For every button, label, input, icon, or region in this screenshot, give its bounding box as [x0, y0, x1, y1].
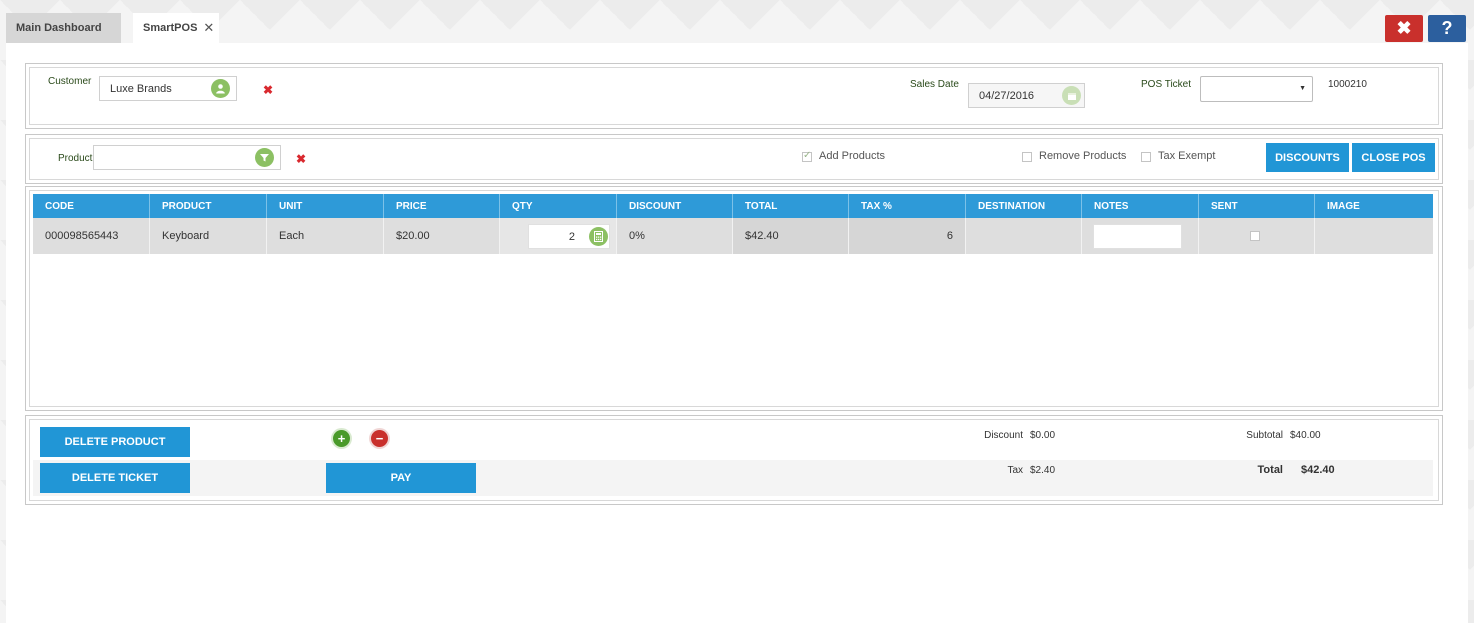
products-table-section: CODE PRODUCT UNIT PRICE QTY DISCOUNT TOT… [25, 186, 1443, 411]
column-header-image[interactable]: IMAGE [1315, 194, 1433, 218]
product-section: Product ✖ Add Products Remove Products T… [25, 134, 1443, 184]
sales-date-label: Sales Date [910, 79, 959, 90]
column-header-tax[interactable]: TAX % [849, 194, 966, 218]
total-label: Total [1257, 464, 1283, 476]
tab-smartpos[interactable]: SmartPOS ✕ [133, 13, 219, 43]
cell-notes [1082, 218, 1199, 254]
remove-quantity-button[interactable]: − [371, 430, 388, 447]
column-header-unit[interactable]: UNIT [267, 194, 384, 218]
column-header-product[interactable]: PRODUCT [150, 194, 267, 218]
tax-exempt-label: Tax Exempt [1158, 150, 1216, 162]
close-tab-icon[interactable]: ✕ [203, 20, 214, 36]
product-label: Product [58, 153, 93, 164]
calculator-icon[interactable] [589, 227, 608, 246]
qty-value: 2 [568, 230, 575, 243]
cell-discount: 0% [617, 218, 733, 254]
add-quantity-button[interactable]: + [333, 430, 350, 447]
cell-image [1315, 218, 1433, 254]
discount-value: $0.00 [1030, 430, 1056, 441]
sent-checkbox[interactable] [1250, 231, 1260, 241]
cell-sent [1199, 218, 1315, 254]
subtotal-value: $40.00 [1290, 430, 1321, 441]
total-value: $42.40 [1301, 464, 1335, 476]
column-header-notes[interactable]: NOTES [1082, 194, 1199, 218]
cell-code: 000098565443 [33, 218, 150, 254]
help-icon: ? [1441, 18, 1453, 38]
totals-section: DELETE PRODUCT DELETE TICKET + − PAY Dis… [25, 415, 1443, 505]
column-header-qty[interactable]: QTY [500, 194, 617, 218]
column-header-total[interactable]: TOTAL [733, 194, 849, 218]
delete-product-button[interactable]: DELETE PRODUCT [40, 427, 190, 457]
discounts-button[interactable]: DISCOUNTS [1266, 143, 1349, 172]
pay-button[interactable]: PAY [326, 463, 476, 493]
cell-product: Keyboard [150, 218, 267, 254]
tab-bar: Main Dashboard SmartPOS ✕ [6, 13, 231, 43]
cell-qty: 2 [500, 218, 617, 254]
tab-label: Main Dashboard [16, 22, 102, 34]
clear-customer-icon[interactable]: ✖ [263, 83, 273, 97]
column-header-sent[interactable]: SENT [1199, 194, 1315, 218]
table-header: CODE PRODUCT UNIT PRICE QTY DISCOUNT TOT… [33, 194, 1433, 218]
cell-tax: 6 [849, 218, 966, 254]
minus-icon: − [375, 431, 384, 446]
sales-date-value: 04/27/2016 [979, 89, 1035, 102]
tab-label: SmartPOS [143, 22, 198, 34]
customer-lookup-icon[interactable] [211, 79, 230, 98]
ticket-number: 1000210 [1328, 79, 1367, 90]
column-header-code[interactable]: CODE [33, 194, 150, 218]
product-filter-icon[interactable] [255, 148, 274, 167]
cell-unit: Each [267, 218, 384, 254]
table-row[interactable]: 000098565443 Keyboard Each $20.00 2 0% $… [33, 218, 1433, 254]
discount-label: Discount [984, 430, 1023, 441]
cell-destination [966, 218, 1082, 254]
clear-product-icon[interactable]: ✖ [296, 152, 306, 166]
tax-label: Tax [1007, 465, 1023, 476]
chevron-down-icon: ▼ [1299, 85, 1306, 92]
footer-row-bg [33, 460, 1433, 496]
add-products-checkbox[interactable] [802, 150, 812, 162]
customer-section: Customer Luxe Brands ✖ Sales Date 04/27/… [25, 63, 1443, 129]
help-button[interactable]: ? [1428, 15, 1466, 42]
cell-price: $20.00 [384, 218, 500, 254]
remove-products-checkbox[interactable] [1022, 152, 1032, 162]
remove-products-label: Remove Products [1039, 150, 1127, 162]
smartpos-panel: Customer Luxe Brands ✖ Sales Date 04/27/… [6, 43, 1468, 623]
customer-label: Customer [48, 76, 92, 87]
close-window-button[interactable]: ✖ [1385, 15, 1423, 42]
cell-total: $42.40 [733, 218, 849, 254]
close-icon: ✖ [1396, 18, 1412, 38]
tab-main-dashboard[interactable]: Main Dashboard [6, 13, 121, 43]
tax-value: $2.40 [1030, 465, 1056, 476]
plus-icon: + [337, 431, 346, 446]
close-pos-button[interactable]: CLOSE POS [1352, 143, 1435, 172]
column-header-discount[interactable]: DISCOUNT [617, 194, 733, 218]
calendar-icon[interactable] [1062, 86, 1081, 105]
pos-ticket-select[interactable]: ▼ [1200, 76, 1313, 102]
add-products-label: Add Products [819, 150, 886, 162]
column-header-price[interactable]: PRICE [384, 194, 500, 218]
pos-ticket-label: POS Ticket [1141, 79, 1192, 90]
subtotal-label: Subtotal [1246, 430, 1283, 441]
customer-value: Luxe Brands [110, 82, 172, 95]
column-header-destination[interactable]: DESTINATION [966, 194, 1082, 218]
product-search-field[interactable] [93, 145, 281, 170]
notes-input[interactable] [1093, 224, 1182, 249]
delete-ticket-button[interactable]: DELETE TICKET [40, 463, 190, 493]
tax-exempt-checkbox[interactable] [1141, 152, 1151, 162]
